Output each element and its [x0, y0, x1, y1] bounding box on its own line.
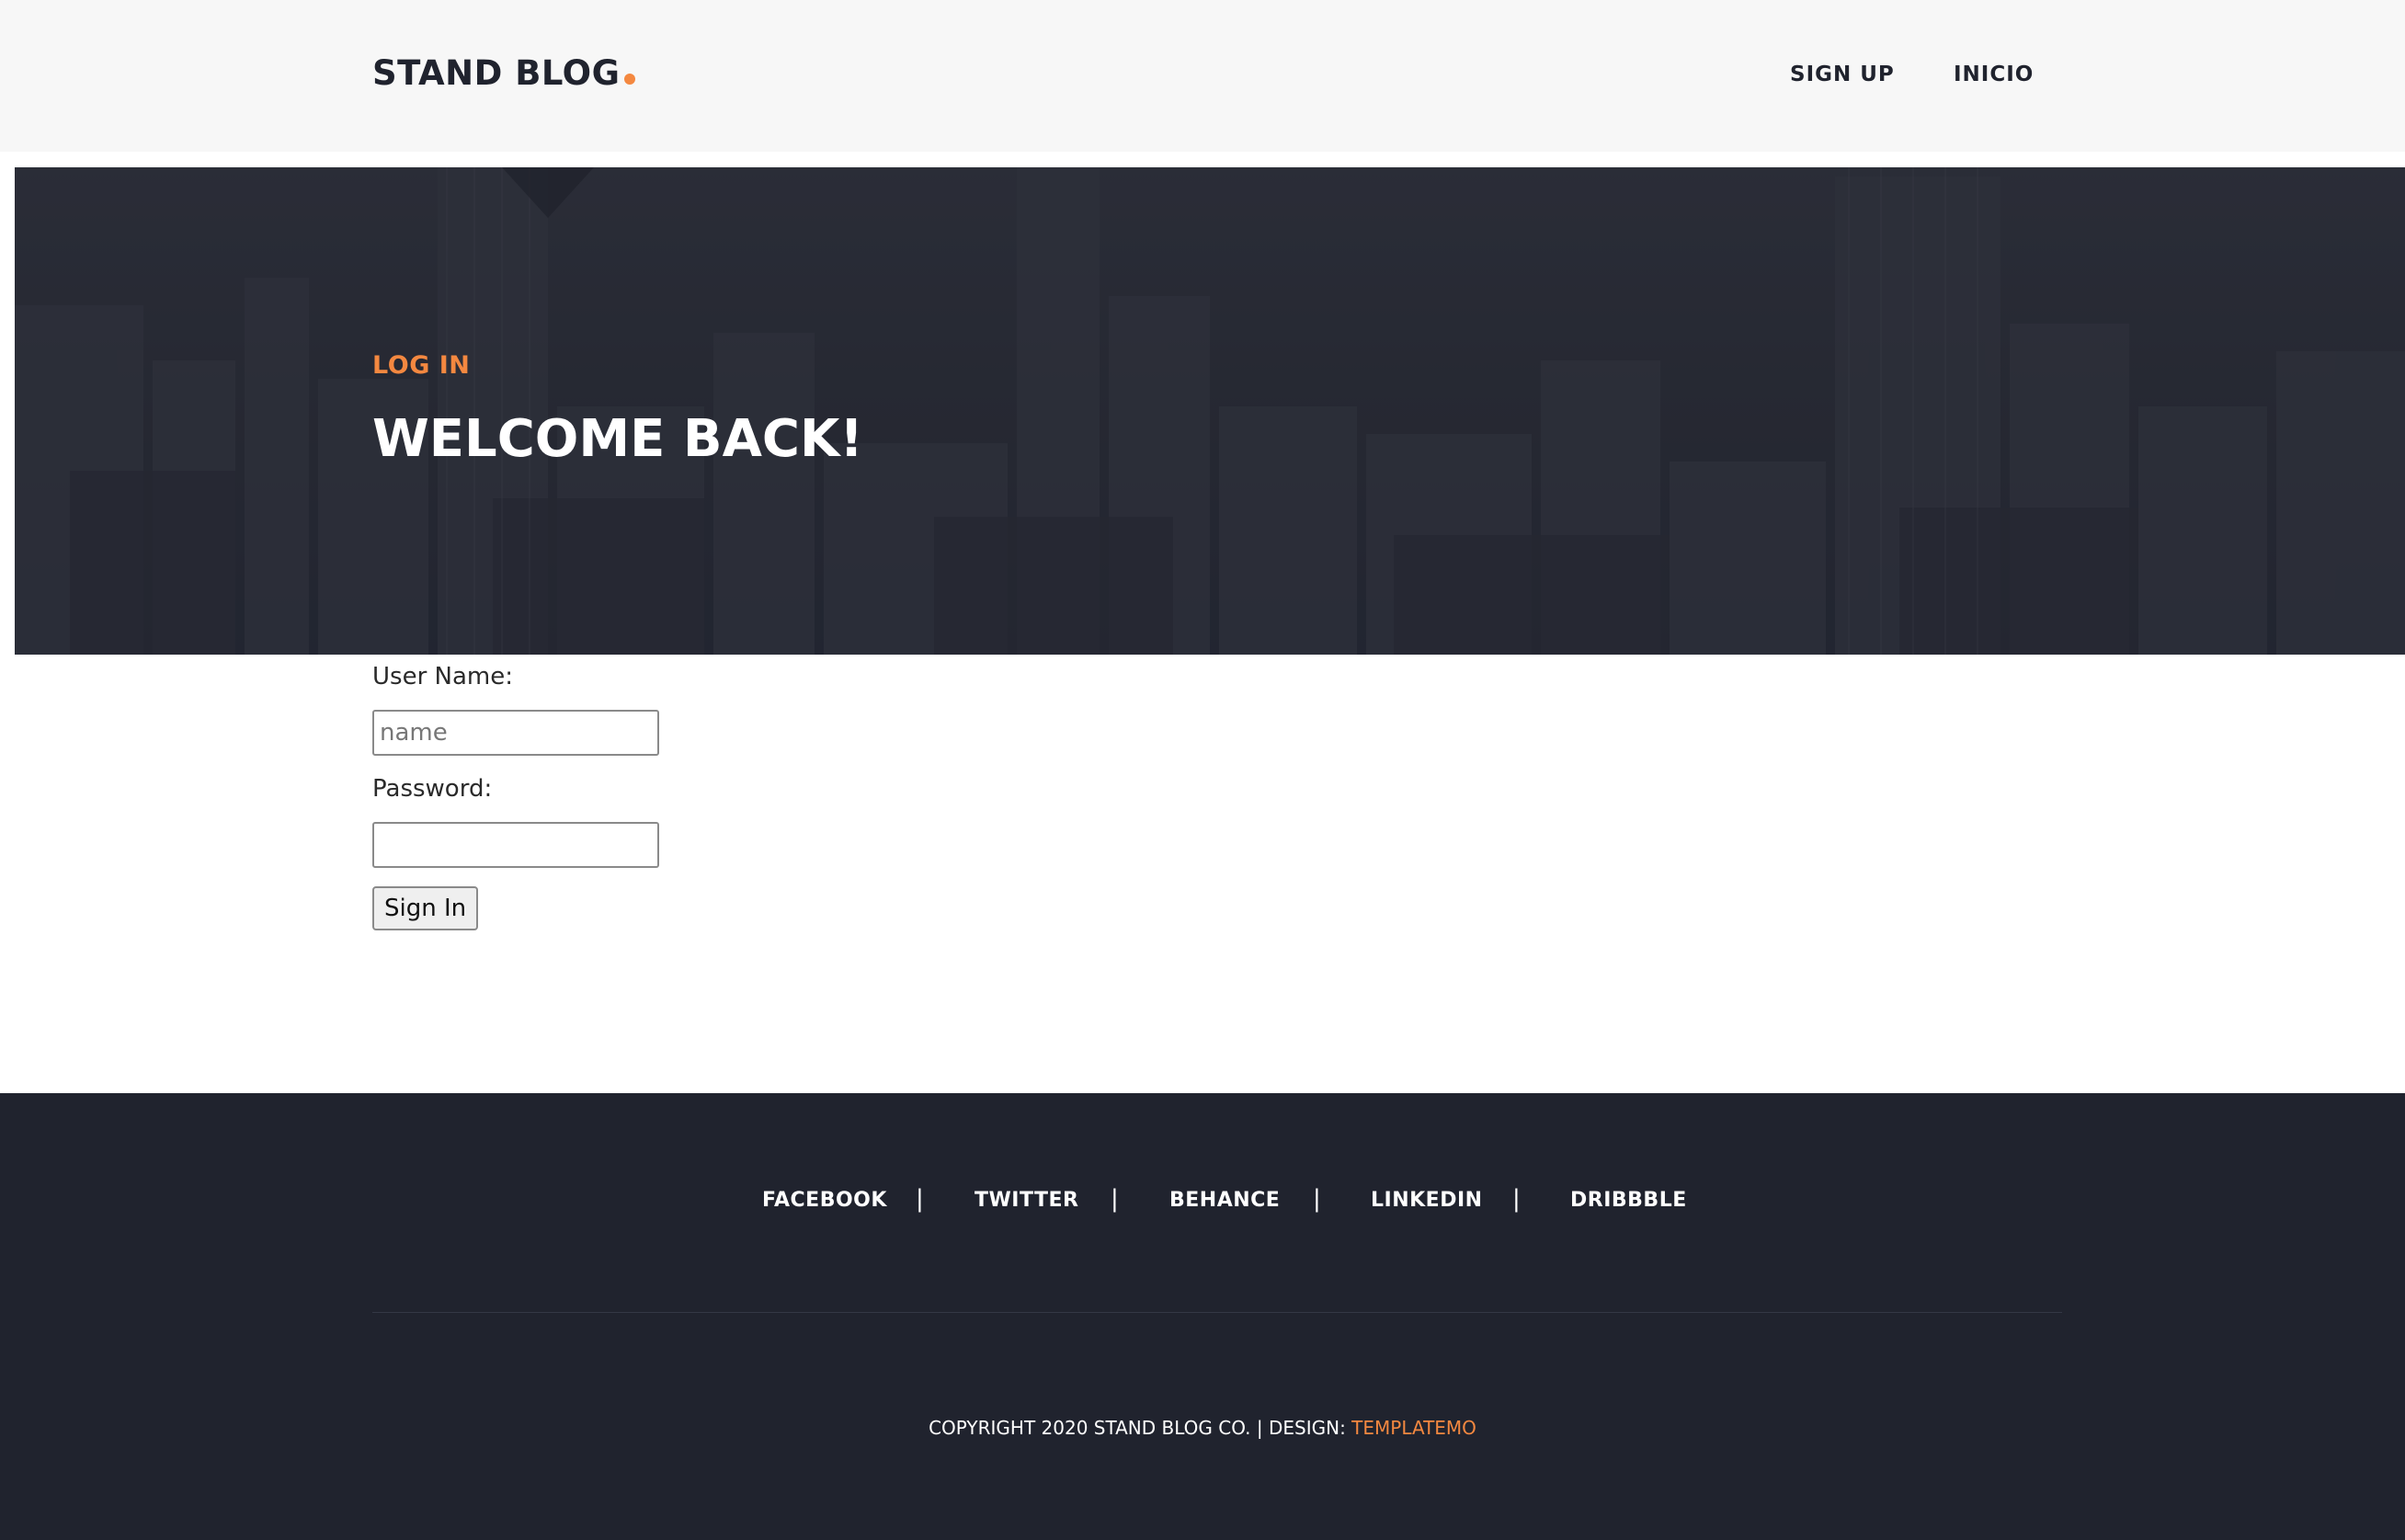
password-input[interactable] — [372, 822, 659, 868]
social-separator: | — [916, 1185, 924, 1213]
copyright-label: COPYRIGHT 2020 STAND BLOG CO. | DESIGN: — [929, 1417, 1352, 1439]
password-label: Password: — [372, 775, 493, 803]
social-link-behance[interactable]: BEHANCE — [1169, 1189, 1280, 1212]
hero-banner: LOG IN WELCOME BACK! — [15, 167, 2405, 655]
hero-title: WELCOME BACK! — [372, 409, 863, 469]
social-separator: | — [1512, 1185, 1521, 1213]
social-links: FACEBOOK | TWITTER | BEHANCE | LINKEDIN … — [0, 1185, 2405, 1226]
footer-divider — [372, 1312, 2062, 1313]
social-link-facebook[interactable]: FACEBOOK — [762, 1189, 887, 1212]
site-header: STAND BLOG SIGN UP INICIO — [0, 0, 2405, 152]
logo-text: STAND BLOG — [372, 53, 621, 93]
site-logo[interactable]: STAND BLOG — [372, 53, 635, 93]
logo-dot-icon — [623, 74, 635, 85]
site-footer: FACEBOOK | TWITTER | BEHANCE | LINKEDIN … — [0, 1093, 2405, 1540]
nav-sign-up-link[interactable]: SIGN UP — [1790, 63, 1895, 86]
social-separator: | — [1111, 1185, 1119, 1213]
social-link-linkedin[interactable]: LINKEDIN — [1371, 1189, 1483, 1212]
username-input[interactable] — [372, 710, 659, 756]
social-link-dribbble[interactable]: DRIBBBLE — [1570, 1189, 1687, 1212]
username-label: User Name: — [372, 663, 513, 690]
copyright-text: COPYRIGHT 2020 STAND BLOG CO. | DESIGN: … — [0, 1417, 2405, 1439]
social-separator: | — [1313, 1185, 1321, 1213]
hero-kicker: LOG IN — [372, 351, 471, 380]
social-link-twitter[interactable]: TWITTER — [975, 1189, 1078, 1212]
login-form: User Name: Password: Sign In — [372, 660, 659, 930]
templatemo-link[interactable]: TEMPLATEMO — [1351, 1417, 1476, 1439]
sign-in-button[interactable]: Sign In — [372, 886, 479, 930]
nav-inicio-link[interactable]: INICIO — [1954, 63, 2034, 86]
